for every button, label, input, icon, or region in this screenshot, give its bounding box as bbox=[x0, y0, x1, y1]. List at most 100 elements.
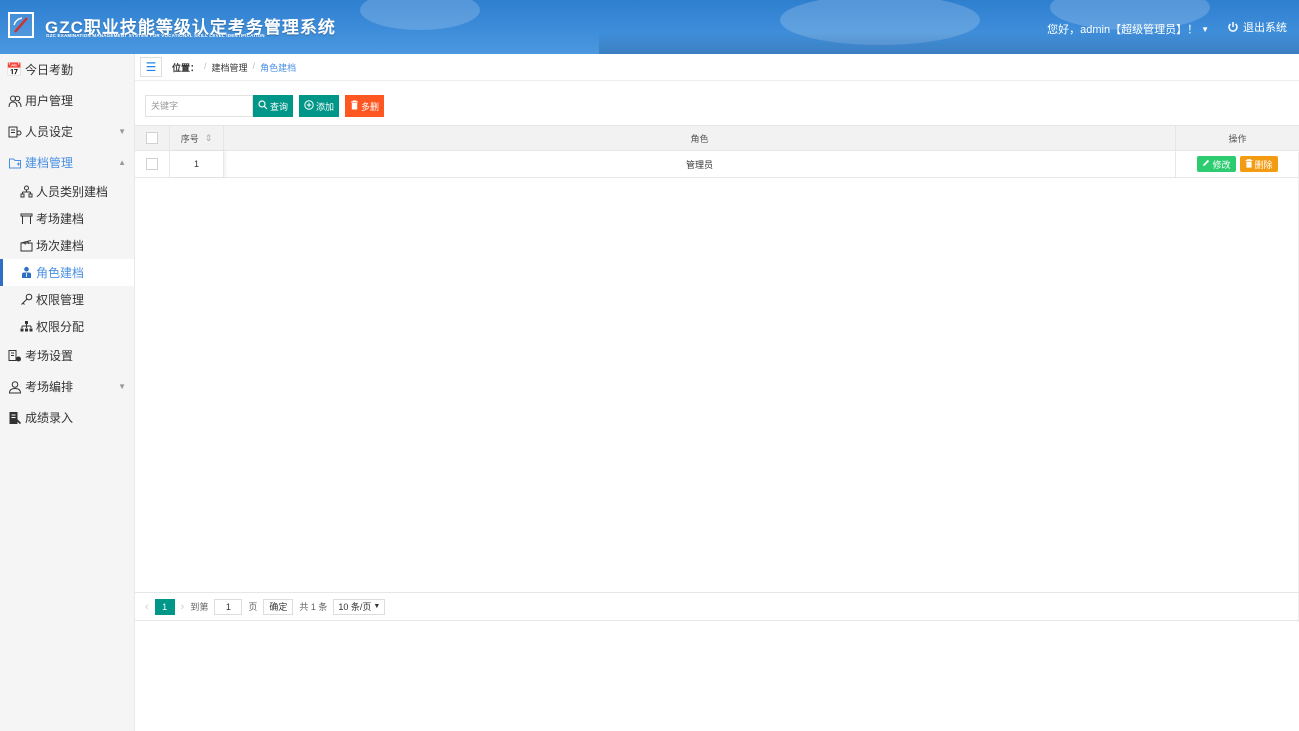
sidebar-subitem-label: 权限分配 bbox=[36, 320, 85, 334]
pagination: ‹ 1 › 到第 1 页 确定 共 1 条 10 条/页 ▼ bbox=[135, 592, 1299, 621]
trash-icon bbox=[1245, 158, 1253, 170]
sidebar-item-label: 考场设置 bbox=[25, 349, 74, 363]
page-number-current[interactable]: 1 bbox=[154, 598, 175, 615]
breadcrumb: 位置： / 建档管理 / 角色建档 bbox=[172, 61, 296, 74]
edit-label: 修改 bbox=[1212, 159, 1231, 170]
sidebar-subitem-person-category[interactable]: 人员类别建档 bbox=[0, 178, 134, 205]
multi-delete-label: 多删 bbox=[361, 101, 380, 112]
page-size-value: 10 条/页 bbox=[338, 602, 372, 612]
goto-confirm-button[interactable]: 确定 bbox=[263, 598, 294, 615]
app-subtitle: GZC EXAMINATION MANAGEMENT SYSTEM FOR VO… bbox=[46, 33, 265, 38]
trash-icon bbox=[350, 100, 359, 112]
goto-page-input[interactable]: 1 bbox=[214, 598, 243, 615]
keyword-input[interactable] bbox=[145, 95, 253, 117]
breadcrumb-prefix: 位置： bbox=[172, 62, 200, 73]
org-icon bbox=[19, 185, 33, 199]
delete-label: 删除 bbox=[1254, 159, 1273, 170]
sidebar-subitem-label: 权限管理 bbox=[36, 293, 85, 307]
person-settings-icon bbox=[7, 124, 22, 139]
breadcrumb-item[interactable]: 建档管理 bbox=[212, 61, 248, 74]
query-label: 查询 bbox=[270, 101, 289, 112]
score-icon bbox=[7, 410, 22, 425]
logout-label: 退出系统 bbox=[1243, 22, 1287, 34]
sidebar-item-score-entry[interactable]: 成绩录入 bbox=[0, 402, 134, 433]
add-circle-icon bbox=[304, 100, 314, 112]
sidebar-item-label: 今日考勤 bbox=[25, 63, 74, 77]
sidebar-item-label: 用户管理 bbox=[25, 94, 74, 108]
user-menu[interactable]: 您好，admin【超级管理员】！ ▼ bbox=[1047, 21, 1209, 37]
room-settings-icon bbox=[7, 348, 22, 363]
edit-button[interactable]: 修改 bbox=[1197, 156, 1236, 172]
users-icon bbox=[7, 93, 22, 108]
row-no: 1 bbox=[193, 159, 199, 169]
delete-button[interactable]: 删除 bbox=[1239, 156, 1278, 172]
user-greeting: 您好，admin【超级管理员】！ bbox=[1047, 24, 1199, 36]
hierarchy-icon bbox=[19, 320, 33, 334]
sidebar-item-users[interactable]: 用户管理 bbox=[0, 85, 134, 116]
add-button[interactable]: 添加 bbox=[299, 95, 340, 117]
breadcrumb-current: 角色建档 bbox=[260, 62, 297, 73]
breadcrumb-sep: / bbox=[204, 60, 207, 71]
total-count: 共 1 条 bbox=[299, 602, 328, 612]
caret-down-icon: ▼ bbox=[373, 603, 381, 610]
chevron-down-icon: ▼ bbox=[118, 382, 126, 391]
sidebar-item-room-arrange[interactable]: 考场编排 ▼ bbox=[0, 371, 134, 402]
column-label: 角色 bbox=[690, 133, 709, 144]
page-unit-label: 页 bbox=[248, 602, 258, 612]
goto-label: 到第 bbox=[190, 602, 209, 612]
folder-icon bbox=[7, 155, 22, 170]
pencil-icon bbox=[1202, 159, 1210, 169]
table-row: 1 管理员 修改 删除 bbox=[135, 151, 1299, 178]
role-icon bbox=[19, 266, 33, 280]
sidebar: 📅 今日考勤 用户管理 人员设定 ▼ 建档管理 ▲ 人员类别建档 考场建档 场次… bbox=[0, 54, 135, 731]
chevron-up-icon: ▲ bbox=[118, 158, 126, 167]
sidebar-item-label: 考场编排 bbox=[25, 380, 74, 394]
sidebar-subitem-permission-assign[interactable]: 权限分配 bbox=[0, 313, 134, 340]
column-header-role: 角色 bbox=[224, 126, 1176, 150]
column-label: 序号 bbox=[180, 133, 199, 144]
power-icon bbox=[1228, 22, 1238, 32]
multi-delete-button[interactable]: 多删 bbox=[345, 95, 385, 117]
prev-page-icon[interactable]: ‹ bbox=[145, 601, 149, 613]
column-header-actions: 操作 bbox=[1176, 126, 1299, 150]
caret-down-icon: ▼ bbox=[1201, 24, 1209, 34]
sidebar-subitem-label: 角色建档 bbox=[36, 266, 85, 280]
column-header-no[interactable]: 序号 ⇕ bbox=[170, 126, 224, 150]
sidebar-item-label: 人员设定 bbox=[25, 125, 74, 139]
sidebar-item-archive[interactable]: 建档管理 ▲ bbox=[0, 147, 134, 178]
logout-button[interactable]: 退出系统 bbox=[1227, 19, 1287, 35]
calendar-icon: 📅 bbox=[6, 61, 23, 77]
next-page-icon[interactable]: › bbox=[181, 601, 185, 613]
logo-icon bbox=[8, 12, 34, 38]
sidebar-subitem-label: 考场建档 bbox=[36, 212, 85, 226]
chevron-down-icon: ▼ bbox=[118, 127, 126, 136]
sidebar-subitem-label: 场次建档 bbox=[36, 239, 85, 253]
table-icon bbox=[19, 212, 33, 226]
select-all-checkbox[interactable] bbox=[146, 132, 158, 144]
row-role: 管理员 bbox=[685, 159, 713, 170]
top-header: GZC职业技能等级认定考务管理系统 GZC EXAMINATION MANAGE… bbox=[0, 0, 1299, 54]
menu-fold-icon: ☰ bbox=[145, 60, 157, 74]
sidebar-subitem-permission[interactable]: 权限管理 bbox=[0, 286, 134, 313]
sidebar-subitem-exam-room[interactable]: 考场建档 bbox=[0, 205, 134, 232]
row-checkbox[interactable] bbox=[146, 158, 158, 170]
key-icon bbox=[19, 293, 33, 307]
sidebar-item-label: 成绩录入 bbox=[25, 411, 74, 425]
clapboard-icon bbox=[19, 239, 33, 253]
sidebar-toggle-button[interactable]: ☰ bbox=[140, 57, 162, 77]
user-icon bbox=[7, 379, 22, 394]
sidebar-item-attendance[interactable]: 📅 今日考勤 bbox=[0, 54, 134, 85]
sidebar-subitem-role[interactable]: 角色建档 bbox=[0, 259, 134, 286]
sidebar-item-label: 建档管理 bbox=[25, 156, 74, 170]
breadcrumb-sep: / bbox=[252, 60, 256, 71]
search-icon bbox=[258, 100, 268, 112]
column-label: 操作 bbox=[1228, 133, 1247, 144]
toolbar: 查询 添加 多删 bbox=[145, 95, 385, 117]
table-header: 序号 ⇕ 角色 操作 bbox=[135, 125, 1299, 151]
page-size-select[interactable]: 10 条/页 ▼ bbox=[333, 598, 386, 615]
sidebar-subitem-session[interactable]: 场次建档 bbox=[0, 232, 134, 259]
sort-icon: ⇕ bbox=[204, 132, 213, 143]
sidebar-item-room-settings[interactable]: 考场设置 bbox=[0, 340, 134, 371]
query-button[interactable]: 查询 bbox=[253, 95, 294, 117]
sidebar-item-person-settings[interactable]: 人员设定 ▼ bbox=[0, 116, 134, 147]
